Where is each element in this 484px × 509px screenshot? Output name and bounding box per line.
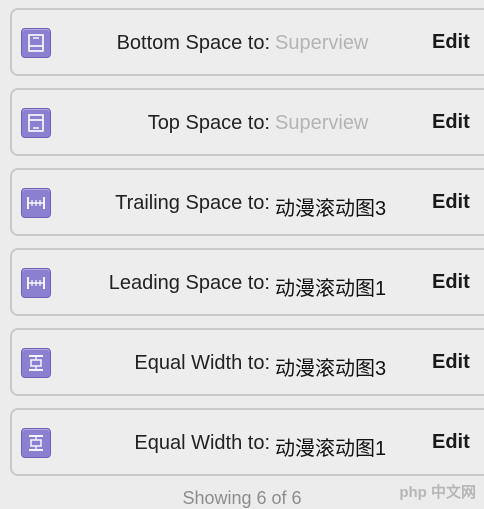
edit-button[interactable]: Edit: [432, 191, 470, 214]
constraint-label: Bottom Space to:: [116, 32, 270, 54]
constraint-label: Leading Space to:: [108, 272, 270, 294]
edit-button[interactable]: Edit: [432, 431, 470, 454]
edit-button[interactable]: Edit: [432, 111, 470, 134]
constraint-row-bottom-space: Bottom Space to: Superview Edit: [10, 8, 484, 76]
constraint-target: 动漫滚动图3: [275, 358, 387, 380]
leading-space-icon: [21, 268, 51, 298]
edit-button[interactable]: Edit: [432, 31, 470, 54]
constraint-row-leading-space: Leading Space to: 动漫滚动图1 Edit: [10, 248, 484, 316]
constraint-row-top-space: Top Space to: Superview Edit: [10, 88, 484, 156]
constraint-label: Trailing Space to:: [115, 192, 270, 214]
constraint-row-equal-width: Equal Width to: 动漫滚动图1 Edit: [10, 408, 484, 476]
constraint-target: Superview: [275, 112, 369, 134]
edit-button[interactable]: Edit: [432, 351, 470, 374]
equal-width-icon: [21, 348, 51, 378]
constraint-row-trailing-space: Trailing Space to: 动漫滚动图3 Edit: [10, 168, 484, 236]
top-space-icon: [21, 108, 51, 138]
constraint-target: 动漫滚动图1: [275, 278, 387, 300]
constraint-target: 动漫滚动图1: [275, 438, 387, 460]
constraint-label: Equal Width to:: [134, 432, 270, 454]
constraint-label: Equal Width to:: [134, 352, 270, 374]
constraint-label: Top Space to:: [147, 112, 270, 134]
watermark-logo: php 中文网: [399, 484, 476, 501]
bottom-space-icon: [21, 28, 51, 58]
constraint-target: 动漫滚动图3: [275, 198, 387, 220]
edit-button[interactable]: Edit: [432, 271, 470, 294]
equal-width-icon: [21, 428, 51, 458]
trailing-space-icon: [21, 188, 51, 218]
constraint-target: Superview: [275, 32, 369, 54]
constraint-row-equal-width: Equal Width to: 动漫滚动图3 Edit: [10, 328, 484, 396]
